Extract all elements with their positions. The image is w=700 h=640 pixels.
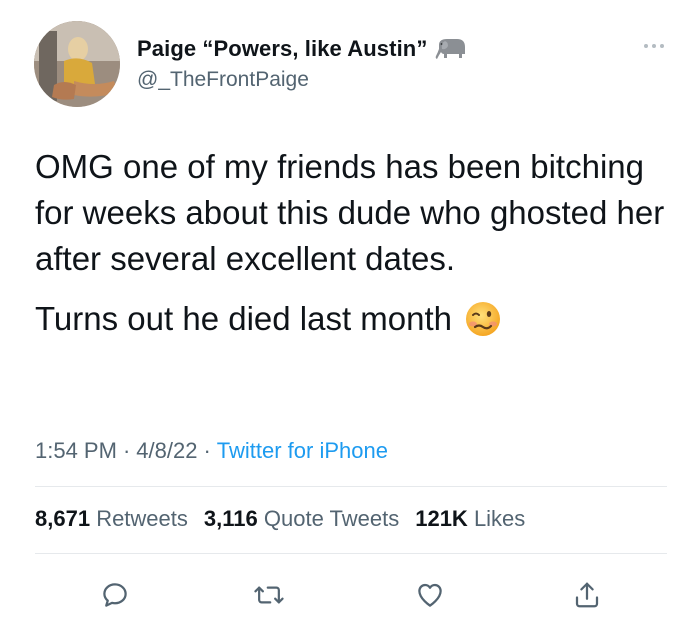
tweet-card: Paige “Powers, like Austin” @_TheFrontPa… [0, 0, 700, 640]
reply-button[interactable] [95, 575, 135, 615]
quote-tweets-stat[interactable]: 3,116 Quote Tweets [204, 506, 399, 532]
action-bar [0, 575, 700, 615]
author-name-row[interactable]: Paige “Powers, like Austin” [137, 36, 467, 62]
divider [35, 486, 667, 487]
author-handle[interactable]: @_TheFrontPaige [137, 68, 309, 92]
retweet-button[interactable] [249, 575, 289, 615]
elephant-icon [436, 39, 466, 59]
likes-stat[interactable]: 121K Likes [415, 506, 525, 532]
retweet-icon [254, 586, 284, 604]
reply-icon [103, 583, 127, 607]
display-name[interactable]: Paige “Powers, like Austin” [137, 36, 427, 62]
meta-separator: · [122, 438, 131, 463]
likes-count: 121K [415, 506, 468, 531]
tweet-time[interactable]: 1:54 PM [35, 438, 117, 463]
likes-label: Likes [473, 506, 526, 531]
tweet-paragraph-1: OMG one of my friends has been bitching … [35, 148, 665, 277]
meta-separator-2: · [203, 438, 211, 463]
divider [35, 553, 667, 554]
tweet-paragraph-2-text: Turns out he died last month [35, 300, 453, 337]
retweets-label: Retweets [96, 506, 188, 531]
quote-tweets-label: Quote Tweets [263, 506, 400, 531]
retweets-count: 8,671 [35, 506, 91, 531]
woozy-face-emoji-icon [466, 302, 501, 336]
tweet-paragraph-2: Turns out he died last month [35, 296, 675, 342]
tweet-meta: 1:54 PM · 4/8/22 · Twitter for iPhone [35, 438, 388, 464]
quote-tweets-count: 3,116 [203, 506, 258, 531]
avatar-image [34, 21, 120, 107]
avatar[interactable] [34, 21, 120, 107]
more-options-icon[interactable] [642, 40, 666, 52]
tweet-text: OMG one of my friends has been bitching … [35, 144, 675, 342]
tweet-stats: 8,671 Retweets 3,116 Quote Tweets 121K L… [35, 506, 525, 532]
like-icon [418, 583, 442, 607]
like-button[interactable] [410, 575, 450, 615]
share-icon [575, 582, 599, 608]
tweet-source-link[interactable]: Twitter for iPhone [217, 438, 388, 463]
share-button[interactable] [567, 575, 607, 615]
retweets-stat[interactable]: 8,671 Retweets [35, 506, 188, 532]
tweet-date[interactable]: 4/8/22 [136, 438, 197, 463]
